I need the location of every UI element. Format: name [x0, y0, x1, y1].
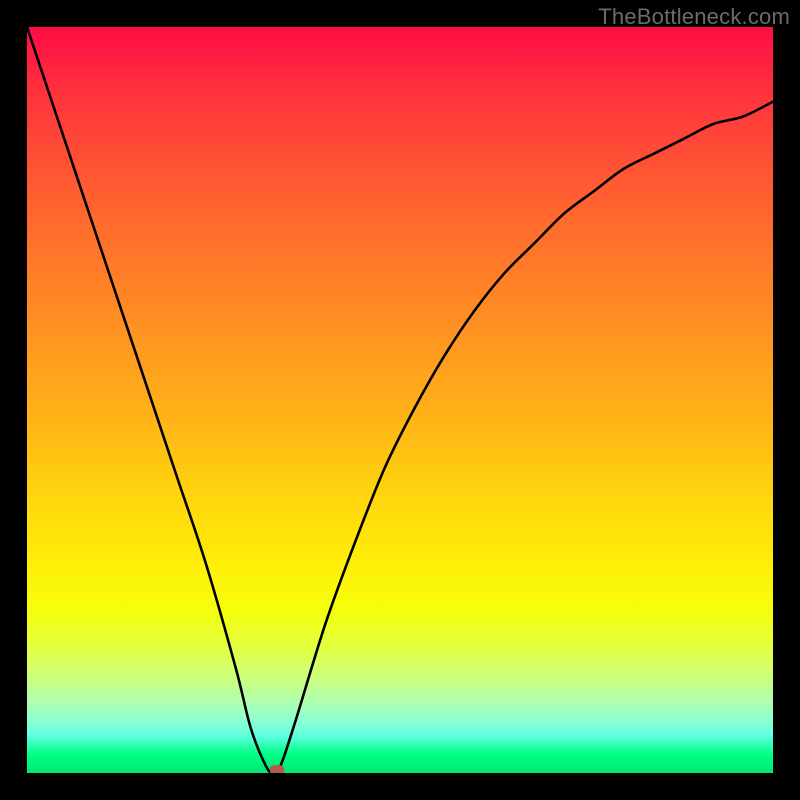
- watermark-text: TheBottleneck.com: [598, 4, 790, 30]
- chart-frame: TheBottleneck.com: [0, 0, 800, 800]
- bottleneck-curve: [27, 27, 773, 773]
- plot-area: [27, 27, 773, 773]
- minimum-marker: [270, 765, 284, 773]
